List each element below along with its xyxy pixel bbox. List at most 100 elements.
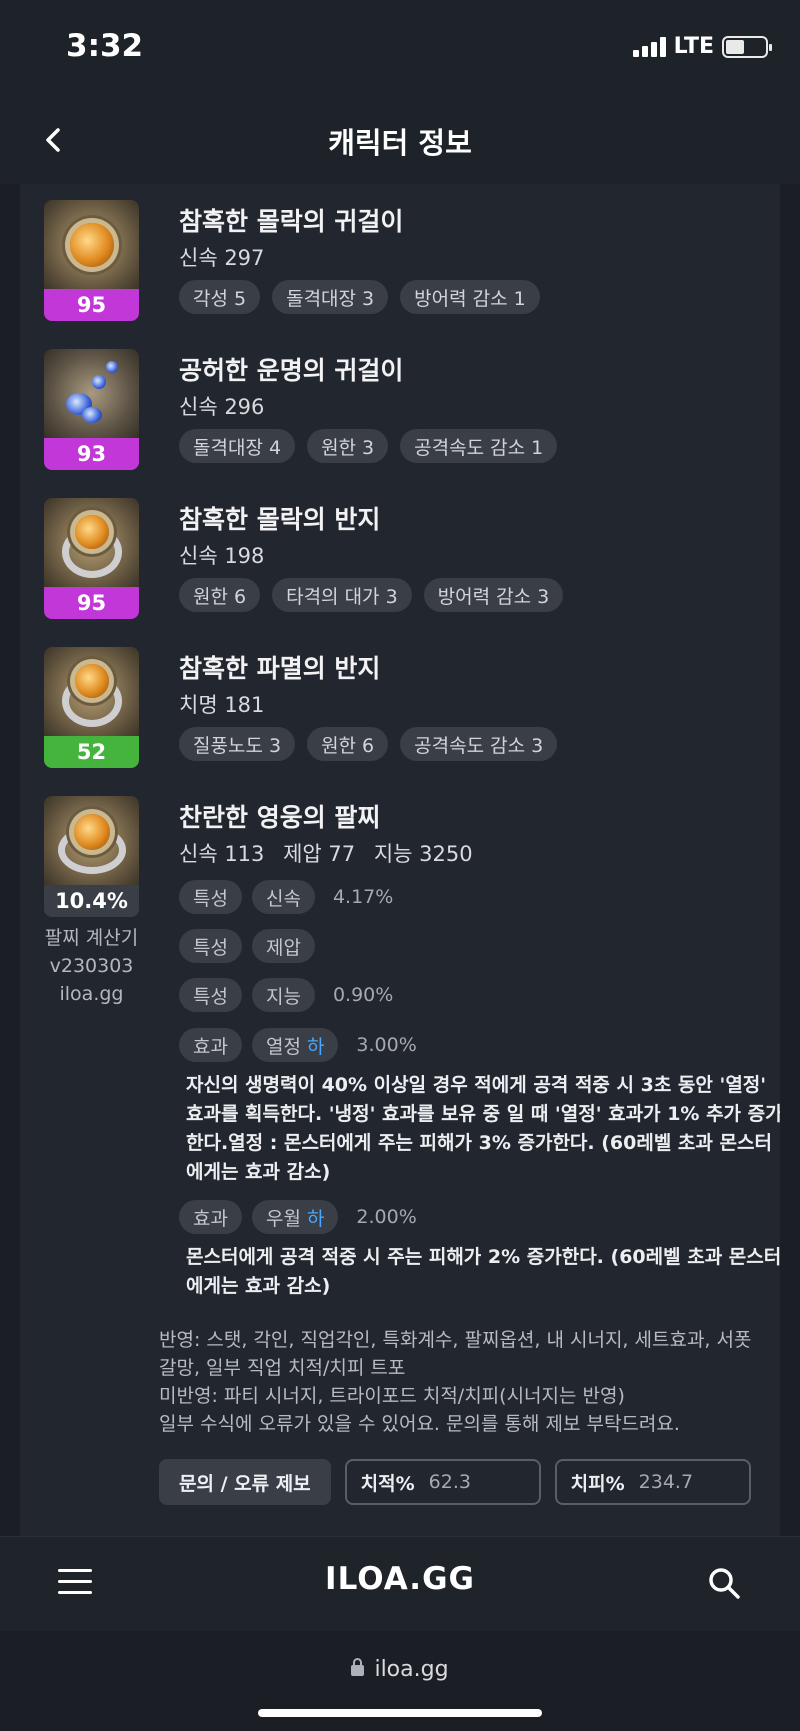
item-name: 참혹한 파멸의 반지 [179,654,381,683]
earring-icon [44,349,139,438]
bottom-navigation: ILOA.GG [0,1536,800,1631]
effect-description: 몬스터에게 공격 적중 시 주는 피해가 2% 증가한다. (60레벨 초과 몬… [186,1246,780,1297]
item-thumbnail: 95 [44,498,139,619]
item-stats: 신속 297 [179,242,276,272]
signal-icon [632,36,666,57]
engraving-tag: 방어력 감소 1 [400,280,540,314]
item-thumbnail: 52 [44,647,139,768]
trait-type: 특성 [179,880,242,914]
engraving-tag: 타격의 대가 3 [272,578,412,612]
crit-damage-value: 234.7 [638,1471,694,1493]
report-error-button[interactable]: 문의 / 오류 제보 [159,1459,331,1505]
browser-url-bar: iloa.gg [0,1631,800,1731]
effect-row: 효과 우월 하 2.00% [179,1200,417,1234]
item-stats: 신속 198 [179,540,276,570]
trait-name: 제압 [251,929,315,963]
engraving-tags: 원한 6 타격의 대가 3 방어력 감소 3 [179,578,564,612]
equipment-item[interactable]: 93 공허한 운명의 귀걸이 신속 296 돌격대장 4 원한 3 공격속도 감… [44,349,764,471]
equipment-item[interactable]: 52 참혹한 파멸의 반지 치명 181 질풍노도 3 원한 6 공격속도 감소… [44,647,764,769]
engraving-tag: 돌격대장 4 [179,429,296,463]
item-stats: 신속 296 [179,391,276,421]
trait-name: 신속 [251,880,315,914]
network-label: LTE [673,34,714,59]
effect-value: 2.00% [356,1206,417,1228]
calc-line: iloa.gg [59,983,124,1005]
home-indicator[interactable] [258,1709,542,1717]
engraving-tags: 각성 5 돌격대장 3 방어력 감소 1 [179,280,540,314]
trait-row: 특성 제압 [179,929,315,963]
engraving-tag: 원한 6 [179,578,261,612]
effect-value: 3.00% [356,1034,417,1056]
crit-rate-value: 62.3 [428,1471,471,1493]
engraving-tag: 원한 3 [307,429,389,463]
trait-type: 특성 [179,978,242,1012]
trait-value: 0.90% [332,984,394,1006]
site-logo[interactable]: ILOA.GG [0,1561,800,1597]
item-quality: 52 [44,736,139,768]
effect-type: 효과 [179,1028,242,1062]
note-line: 일부 수식에 오류가 있을 수 있어요. 문의를 통해 제보 부탁드려요. [159,1413,680,1435]
equipment-list: 95 참혹한 몰락의 귀걸이 신속 297 각성 5 돌격대장 3 방어력 감소… [20,184,780,1536]
engraving-tag: 방어력 감소 3 [423,578,564,612]
equipment-item[interactable]: 95 참혹한 몰락의 반지 신속 198 원한 6 타격의 대가 3 방어력 감… [44,498,764,620]
effect-row: 효과 열정 하 3.00% [179,1028,417,1062]
item-thumbnail: 10.4% [44,796,139,917]
page-title: 캐릭터 정보 [328,126,472,160]
item-quality: 93 [44,438,139,470]
note-line: 미반영: 파티 시너지, 트라이포드 치적/치피(시너지는 반영) [159,1385,625,1407]
ring-icon [44,647,139,736]
item-name: 참혹한 몰락의 반지 [179,505,381,534]
item-name: 참혹한 몰락의 귀걸이 [179,207,404,236]
effect-name-chip: 우월 하 [251,1200,339,1234]
trait-type: 특성 [179,929,242,963]
engraving-tags: 질풍노도 3 원한 6 공격속도 감소 3 [179,727,558,761]
item-stat: 치명 181 [179,693,265,717]
bracelet-icon [44,796,139,885]
engraving-tags: 돌격대장 4 원한 3 공격속도 감소 1 [179,429,558,463]
status-bar: 3:32 LTE [0,0,800,96]
ring-icon [44,498,139,587]
item-stats: 치명 181 [179,689,276,719]
engraving-tag: 공격속도 감소 1 [400,429,558,463]
item-thumbnail: 93 [44,349,139,470]
search-icon[interactable] [706,1565,742,1601]
trait-row: 특성 지능 0.90% [179,978,393,1012]
effect-type: 효과 [179,1200,242,1234]
crit-damage-label: 치피% [570,1472,625,1495]
engraving-tag: 각성 5 [179,280,261,314]
trait-row: 특성 신속 4.17% [179,880,393,914]
item-stat: 신속 113 [179,842,265,866]
item-stat: 신속 198 [179,544,265,568]
item-stat: 신속 297 [179,246,265,270]
url-text: iloa.gg [374,1657,449,1682]
page-header: 캐릭터 정보 [0,96,800,184]
calc-line: v230303 [49,955,134,977]
earring-icon [44,200,139,289]
engraving-tag: 돌격대장 3 [272,280,389,314]
item-stat: 신속 296 [179,395,265,419]
effect-description: 자신의 생명력이 40% 이상일 경우 적에게 공격 적중 시 3초 동안 '열… [186,1074,780,1183]
url-display[interactable]: iloa.gg [0,1657,800,1682]
bracelet-percent: 10.4% [44,885,139,917]
item-name: 공허한 운명의 귀걸이 [179,356,404,385]
trait-name: 지능 [251,978,315,1012]
crit-rate-field[interactable]: 치적% 62.3 [344,1459,541,1505]
engraving-tag: 공격속도 감소 3 [400,727,558,761]
status-time: 3:32 [66,28,144,64]
item-quality: 95 [44,289,139,321]
effect-name: 열정 [265,1035,301,1058]
battery-icon [722,35,772,58]
trait-value: 4.17% [332,886,394,908]
effect-grade: 하 [306,1207,325,1230]
equipment-item[interactable]: 95 참혹한 몰락의 귀걸이 신속 297 각성 5 돌격대장 3 방어력 감소… [44,200,764,322]
status-icons: LTE [632,34,772,59]
calculator-notes: 반영: 스탯, 각인, 직업각인, 특화계수, 팔찌옵션, 내 시너지, 세트효… [159,1326,759,1438]
effect-name: 우월 [265,1207,301,1230]
calculator-controls: 문의 / 오류 제보 치적% 62.3 치피% 234.7 [159,1459,751,1505]
crit-damage-field[interactable]: 치피% 234.7 [554,1459,751,1505]
item-stat: 제압 77 [283,842,356,866]
item-stats: 신속 113 제압 77 지능 3250 [179,838,485,868]
effect-name-chip: 열정 하 [251,1028,339,1062]
item-name: 찬란한 영웅의 팔찌 [179,803,381,832]
item-quality: 95 [44,587,139,619]
